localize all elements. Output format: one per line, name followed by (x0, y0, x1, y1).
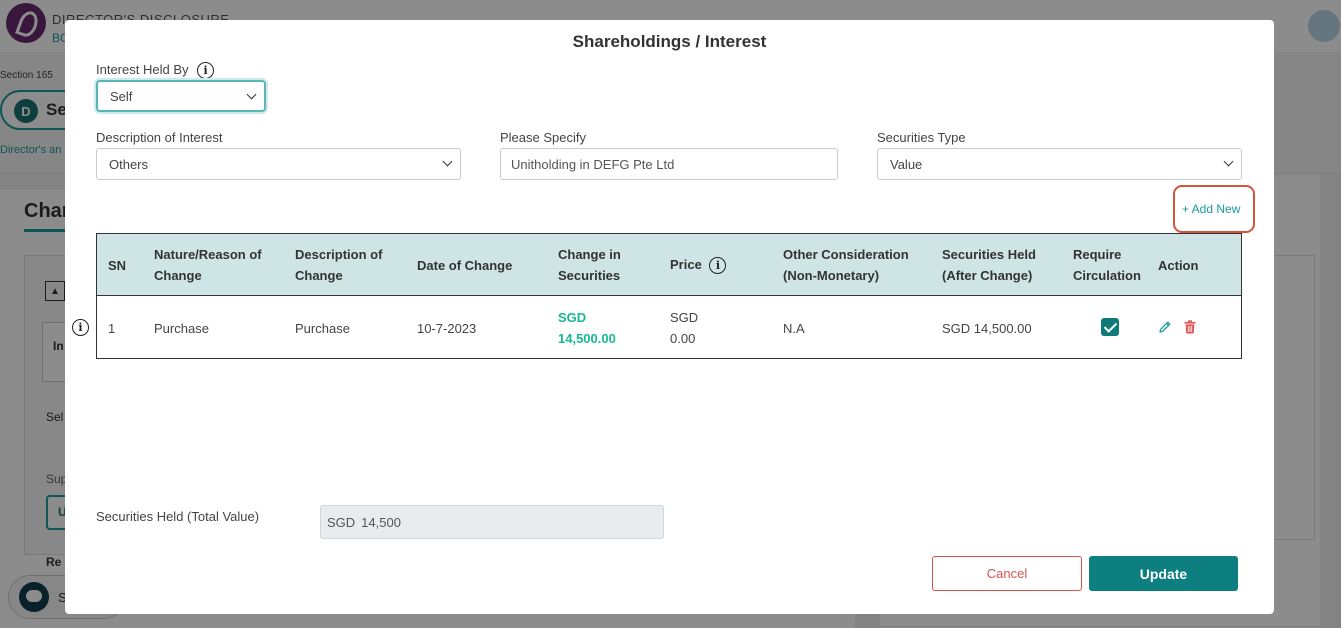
interest-held-by-select[interactable]: Self (96, 80, 266, 112)
col-action: Action (1158, 258, 1199, 273)
edit-icon[interactable] (1158, 320, 1172, 334)
col-change-line2: Securities (558, 268, 621, 283)
info-icon[interactable]: i (197, 62, 215, 80)
col-change: Change in Securities (558, 244, 621, 286)
col-sn: SN (108, 258, 127, 273)
col-nature-line2: Change (154, 268, 202, 283)
cell-change-currency: SGD (558, 310, 587, 325)
col-circulation-line2: Circulation (1073, 268, 1141, 283)
col-other: Other Consideration (Non-Monetary) (783, 244, 909, 286)
chevron-down-icon (1223, 156, 1234, 167)
interest-held-by-text: Interest Held By (96, 62, 189, 77)
total-currency: SGD (327, 514, 356, 530)
col-held: Securities Held (After Change) (942, 244, 1036, 286)
cell-date: 10-7-2023 (417, 321, 477, 336)
table-header: SN Nature/Reason of Change Description o… (97, 234, 1241, 296)
total-value: 14,500 (361, 514, 401, 530)
cell-held: SGD 14,500.00 (942, 321, 1032, 336)
col-nature: Nature/Reason of Change (154, 244, 262, 286)
total-value-label: Securities Held (Total Value) (96, 509, 260, 524)
description-of-interest-select[interactable]: Others (96, 148, 461, 180)
interest-held-by-label: Interest Held By i (96, 62, 215, 80)
securities-type-label: Securities Type (877, 130, 966, 145)
cancel-button[interactable]: Cancel (932, 556, 1082, 591)
description-of-interest-label: Description of Interest (96, 130, 223, 145)
require-circulation-checkbox[interactable] (1101, 318, 1119, 336)
cell-change-amount: 14,500.00 (558, 331, 616, 346)
cell-description: Purchase (295, 321, 350, 336)
cell-price-amount: 0.00 (670, 331, 696, 346)
cell-other: N.A (783, 321, 805, 336)
cell-sn: 1 (108, 321, 116, 336)
securities-type-select[interactable]: Value (877, 148, 1242, 180)
chevron-down-icon (246, 89, 257, 100)
update-button[interactable]: Update (1089, 556, 1238, 591)
col-date: Date of Change (417, 258, 513, 273)
col-circulation-line1: Require (1073, 247, 1122, 262)
col-held-line1: Securities Held (942, 247, 1036, 262)
col-description: Description of Change (295, 244, 382, 286)
shareholdings-modal: Shareholdings / Interest Interest Held B… (65, 20, 1274, 614)
col-other-line2: (Non-Monetary) (783, 268, 880, 283)
please-specify-label: Please Specify (500, 130, 586, 145)
description-of-interest-value: Others (109, 156, 149, 172)
total-value-field: SGD 14,500 (320, 505, 664, 539)
col-description-line2: Change (295, 268, 343, 283)
securities-type-value: Value (890, 156, 923, 172)
col-price: Price i (670, 254, 727, 275)
col-circulation: Require Circulation (1073, 244, 1141, 286)
col-price-text: Price (670, 257, 702, 272)
col-description-line1: Description of (295, 247, 383, 262)
interest-held-by-value: Self (110, 88, 133, 104)
trash-icon[interactable] (1184, 320, 1196, 334)
add-new-button[interactable]: + Add New (1182, 202, 1240, 216)
cell-nature: Purchase (154, 321, 209, 336)
please-specify-input[interactable]: Unitholding in DEFG Pte Ltd (500, 148, 838, 180)
col-held-line2: (After Change) (942, 268, 1033, 283)
col-other-line1: Other Consideration (783, 247, 909, 262)
please-specify-value: Unitholding in DEFG Pte Ltd (511, 156, 675, 172)
cell-price: SGD 0.00 (670, 307, 698, 349)
modal-title: Shareholdings / Interest (572, 32, 767, 51)
price-info-icon[interactable]: i (709, 257, 727, 275)
shareholdings-table: SN Nature/Reason of Change Description o… (96, 233, 1242, 359)
col-nature-line1: Nature/Reason of (154, 247, 262, 262)
col-change-line1: Change in (558, 247, 621, 262)
chevron-down-icon (442, 156, 453, 167)
row-info-icon[interactable]: i (72, 319, 89, 336)
cell-price-currency: SGD (670, 310, 699, 325)
cell-change: SGD 14,500.00 (558, 307, 616, 349)
